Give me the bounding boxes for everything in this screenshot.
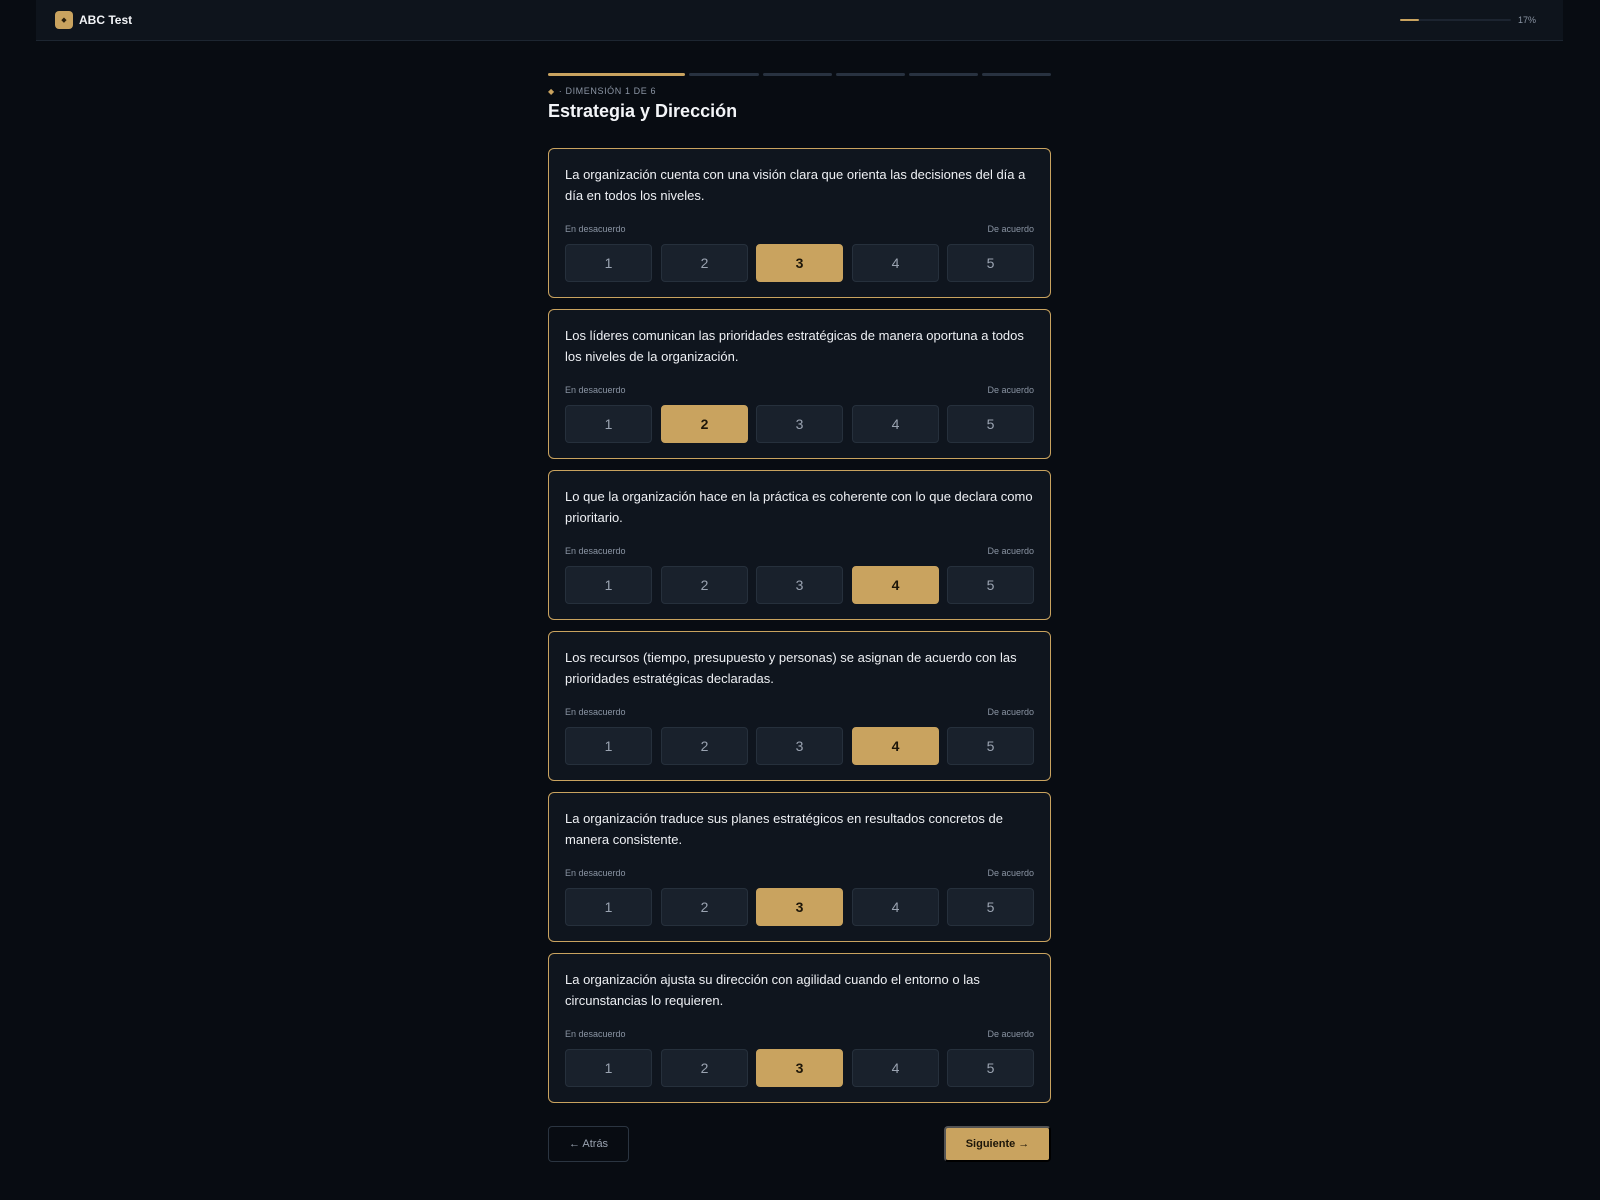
question-card: Lo que la organización hace en la prácti… — [548, 470, 1051, 620]
rating-option-5[interactable]: 5 — [947, 888, 1034, 926]
rating-option-2[interactable]: 2 — [661, 566, 748, 604]
rating-option-3[interactable]: 3 — [756, 888, 843, 926]
scale-label-disagree: En desacuerdo — [565, 1029, 626, 1039]
rating-option-4[interactable]: 4 — [852, 1049, 939, 1087]
question-text: Los recursos (tiempo, presupuesto y pers… — [565, 650, 1017, 686]
rating-option-4[interactable]: 4 — [852, 888, 939, 926]
rating-option-3[interactable]: 3 — [756, 1049, 843, 1087]
scale-label-disagree: En desacuerdo — [565, 224, 626, 234]
scale-label-agree: De acuerdo — [987, 546, 1034, 556]
scale-label-disagree: En desacuerdo — [565, 707, 626, 717]
rating-option-1[interactable]: 1 — [565, 888, 652, 926]
rating-option-2[interactable]: 2 — [661, 1049, 748, 1087]
top-bar: ◆ ABC Test 17% — [36, 0, 1563, 41]
step-segment-2 — [689, 73, 759, 76]
rating-option-1[interactable]: 1 — [565, 244, 652, 282]
question-text: La organización ajusta su dirección con … — [565, 972, 980, 1008]
rating-option-3[interactable]: 3 — [756, 727, 843, 765]
dimension-counter: · DIMENSIÓN 1 DE 6 — [558, 86, 657, 96]
rating-option-5[interactable]: 5 — [947, 566, 1034, 604]
question-card: La organización ajusta su dirección con … — [548, 953, 1051, 1103]
scale-label-disagree: En desacuerdo — [565, 385, 626, 395]
scale-label-agree: De acuerdo — [987, 385, 1034, 395]
step-segment-5 — [909, 73, 978, 76]
rating-option-1[interactable]: 1 — [565, 727, 652, 765]
app-name: ABC Test — [79, 13, 133, 27]
next-button[interactable]: Siguiente → — [944, 1126, 1051, 1162]
rating-option-3[interactable]: 3 — [756, 405, 843, 443]
question-text: La organización traduce sus planes estra… — [565, 811, 1003, 847]
step-segment-6 — [982, 73, 1051, 76]
rating-option-5[interactable]: 5 — [947, 405, 1034, 443]
rating-option-1[interactable]: 1 — [565, 405, 652, 443]
brand[interactable]: ◆ ABC Test — [55, 11, 132, 29]
question-text: La organización cuenta con una visión cl… — [565, 167, 1026, 203]
rating-option-5[interactable]: 5 — [947, 1049, 1034, 1087]
rating-option-4[interactable]: 4 — [852, 727, 939, 765]
scale-label-agree: De acuerdo — [987, 1029, 1034, 1039]
step-segment-3 — [763, 73, 832, 76]
rating-option-4[interactable]: 4 — [852, 244, 939, 282]
scale-label-agree: De acuerdo — [987, 224, 1034, 234]
rating-option-2[interactable]: 2 — [661, 727, 748, 765]
question-text: Lo que la organización hace en la prácti… — [565, 489, 1033, 525]
rating-option-1[interactable]: 1 — [565, 1049, 652, 1087]
rating-option-1[interactable]: 1 — [565, 566, 652, 604]
rating-option-2[interactable]: 2 — [661, 244, 748, 282]
question-text: Los líderes comunican las prioridades es… — [565, 328, 1024, 364]
overall-progress-fill — [1400, 19, 1419, 21]
question-card: Los recursos (tiempo, presupuesto y pers… — [548, 631, 1051, 781]
overall-progress-bar — [1400, 19, 1511, 21]
scale-label-disagree: En desacuerdo — [565, 868, 626, 878]
rating-option-5[interactable]: 5 — [947, 244, 1034, 282]
rating-option-4[interactable]: 4 — [852, 566, 939, 604]
rating-option-3[interactable]: 3 — [756, 244, 843, 282]
dimension-meta: ◆ · DIMENSIÓN 1 DE 6 — [548, 86, 656, 96]
back-button[interactable]: ← Atrás — [548, 1126, 629, 1162]
question-card: La organización traduce sus planes estra… — [548, 792, 1051, 942]
question-card: La organización cuenta con una visión cl… — [548, 148, 1051, 298]
diamond-icon: ◆ — [548, 86, 555, 96]
rating-option-2[interactable]: 2 — [661, 888, 748, 926]
rating-option-3[interactable]: 3 — [756, 566, 843, 604]
rating-option-5[interactable]: 5 — [947, 727, 1034, 765]
rating-option-2[interactable]: 2 — [661, 405, 748, 443]
question-card: Los líderes comunican las prioridades es… — [548, 309, 1051, 459]
rating-option-4[interactable]: 4 — [852, 405, 939, 443]
dimension-step-indicator — [548, 73, 1051, 76]
step-segment-1 — [548, 73, 685, 76]
step-segment-4 — [836, 73, 905, 76]
scale-label-agree: De acuerdo — [987, 868, 1034, 878]
logo-icon: ◆ — [55, 11, 73, 29]
page-title: Estrategia y Dirección — [548, 101, 738, 121]
scale-label-disagree: En desacuerdo — [565, 546, 626, 556]
overall-progress-label: 17% — [1518, 15, 1537, 25]
scale-label-agree: De acuerdo — [987, 707, 1034, 717]
